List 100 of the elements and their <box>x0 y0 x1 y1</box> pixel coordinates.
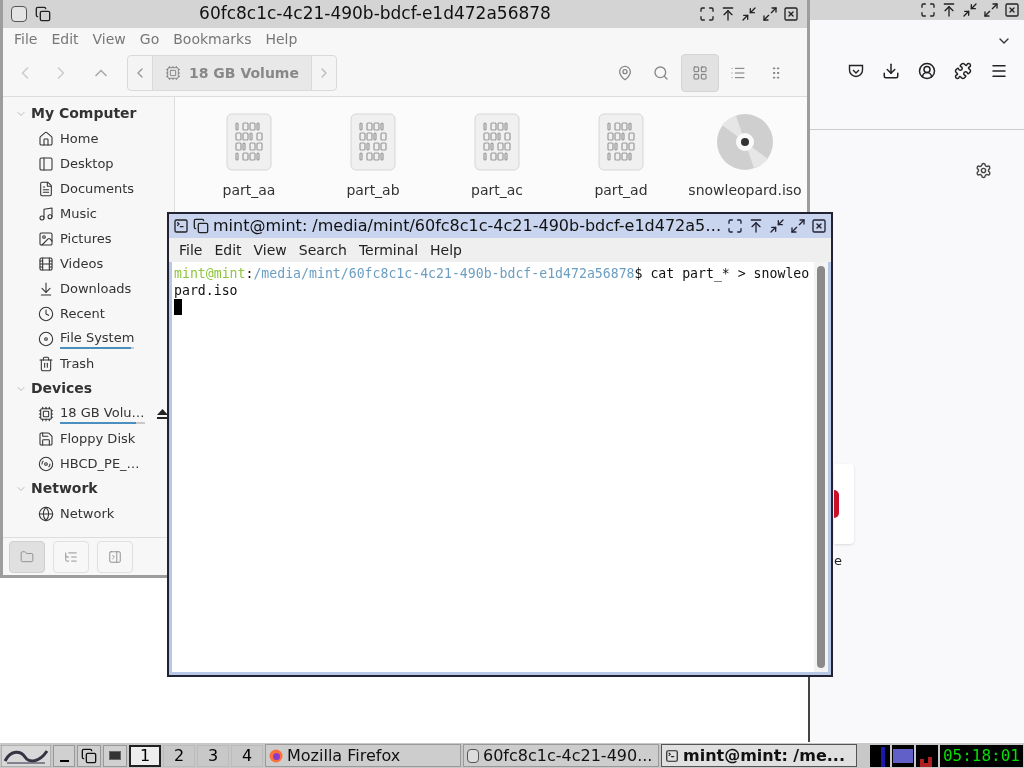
list-view-icon <box>730 65 746 81</box>
task-button[interactable]: Mozilla Firefox <box>265 744 461 767</box>
sidebar-item[interactable]: Documents <box>38 176 135 201</box>
fullscreen-icon[interactable] <box>727 218 743 234</box>
minimize-icon[interactable] <box>741 6 757 22</box>
menu-item[interactable]: Help <box>258 28 305 50</box>
document-icon <box>38 180 54 197</box>
window-list-icon[interactable] <box>193 218 209 234</box>
sidebar-item[interactable]: Downloads <box>38 276 132 301</box>
menu-item[interactable]: View <box>85 28 133 50</box>
show-desktop-button[interactable] <box>53 744 75 767</box>
binary-file-icon <box>474 113 520 171</box>
menu-icon[interactable] <box>990 62 1008 80</box>
sidebar-label: Downloads <box>60 279 132 298</box>
file-name: snowleopard.iso <box>688 181 802 200</box>
clock[interactable]: 05:18:01 <box>939 744 1023 767</box>
maximize-icon[interactable] <box>762 6 778 22</box>
sidebar-label: Music <box>60 204 97 223</box>
search-icon[interactable] <box>653 65 669 81</box>
sidebar-label: File System <box>60 328 135 347</box>
disc-icon <box>716 113 774 171</box>
close-icon[interactable] <box>1004 2 1020 18</box>
task-button[interactable]: mint@mint: /me... <box>661 744 857 767</box>
menu-item[interactable]: View <box>247 239 293 261</box>
fullscreen-icon[interactable] <box>699 6 715 22</box>
disc-icon <box>38 455 54 472</box>
roll-up-icon[interactable] <box>941 2 957 18</box>
menu-item[interactable]: Bookmarks <box>166 28 259 50</box>
menu-item[interactable]: Edit <box>208 239 248 261</box>
sidebar-item[interactable]: Home <box>38 126 99 151</box>
menu-item[interactable]: Edit <box>44 28 86 50</box>
workspace-button[interactable]: 4 <box>231 744 263 767</box>
roll-up-icon[interactable] <box>748 218 764 234</box>
sidebar-label: Documents <box>60 179 135 198</box>
pocket-icon[interactable] <box>848 63 864 79</box>
sidebar-label: 18 GB Volu… <box>60 403 145 422</box>
start-menu-logo[interactable] <box>1 744 51 767</box>
sidebar-item[interactable]: Pictures <box>38 226 112 251</box>
extensions-icon[interactable] <box>954 62 972 80</box>
terminal-text: $ cat part_* > snowleo <box>634 265 810 282</box>
eject-icon[interactable] <box>156 408 168 419</box>
window-menu-icon[interactable] <box>11 6 27 22</box>
desktop-icon <box>38 155 54 172</box>
window-list-button[interactable] <box>77 744 101 767</box>
window-icon <box>467 748 479 763</box>
sidebar-item[interactable]: Network <box>38 501 115 526</box>
roll-up-icon[interactable] <box>720 6 736 22</box>
chip-icon <box>38 405 54 422</box>
sidebar-item[interactable]: Trash <box>38 351 95 376</box>
terminal-text: /media/mint/60fc8c1c-4c21-490b-bdcf-e1d472a56878 <box>253 265 635 282</box>
maximize-icon[interactable] <box>790 218 806 234</box>
close-pane-icon <box>108 549 122 564</box>
sidebar-item[interactable]: Floppy Disk <box>38 426 136 451</box>
binary-file-icon <box>350 113 396 171</box>
home-icon <box>38 130 54 147</box>
maximize-icon[interactable] <box>983 2 999 18</box>
chip-icon <box>165 65 181 81</box>
shortcut-card[interactable] <box>834 464 854 544</box>
sidebar-item[interactable]: HBCD_PE_… <box>38 451 140 476</box>
settings-icon[interactable] <box>975 162 992 179</box>
account-icon[interactable] <box>918 62 936 80</box>
network-graph-icon <box>891 744 914 767</box>
sidebar-label: Pictures <box>60 229 112 248</box>
sidebar-item[interactable]: Videos <box>38 251 104 276</box>
sidebar-item[interactable]: 18 GB Volu… <box>38 401 168 426</box>
terminal-text: pard.iso <box>174 282 238 299</box>
minimize-icon[interactable] <box>769 218 785 234</box>
menu-item[interactable]: File <box>173 239 209 261</box>
sidebar-item[interactable]: Music <box>38 201 97 226</box>
download-icon[interactable] <box>882 62 900 80</box>
sidebar-item[interactable]: Desktop <box>38 151 114 176</box>
window-title: 60fc8c1c-4c21-490b-bdcf-e1d472a56878 <box>198 2 552 26</box>
menu-item[interactable]: File <box>7 28 45 50</box>
workspace-button[interactable]: 2 <box>163 744 195 767</box>
fullscreen-icon[interactable] <box>920 2 936 18</box>
workspace-button[interactable]: 1 <box>129 744 161 767</box>
menu-item[interactable]: Terminal <box>352 239 425 261</box>
floppy-icon <box>38 430 54 447</box>
desktop-button[interactable] <box>103 744 127 767</box>
minimize-icon[interactable] <box>962 2 978 18</box>
close-icon[interactable] <box>783 6 799 22</box>
globe-icon <box>38 505 54 522</box>
sidebar-item[interactable]: File System <box>38 326 135 351</box>
sidebar-heading: Devices <box>31 379 93 398</box>
menu-item[interactable]: Go <box>132 28 167 50</box>
menu-item[interactable]: Help <box>424 239 468 261</box>
terminal-icon[interactable] <box>173 218 189 234</box>
binary-file-icon <box>226 113 272 171</box>
sidebar-item[interactable]: Recent <box>38 301 105 326</box>
tree-icon <box>64 549 78 564</box>
browser-icon <box>269 748 283 763</box>
workspace-button[interactable]: 3 <box>197 744 229 767</box>
location-icon[interactable] <box>617 65 633 81</box>
file-name: part_ab <box>346 181 400 200</box>
sidebar-heading: My Computer <box>31 104 137 123</box>
menu-item[interactable]: Search <box>292 239 353 261</box>
task-button[interactable]: 60fc8c1c-4c21-490... <box>463 744 659 767</box>
close-icon[interactable] <box>811 218 827 234</box>
window-list-icon[interactable] <box>35 6 51 22</box>
film-icon <box>38 255 54 272</box>
